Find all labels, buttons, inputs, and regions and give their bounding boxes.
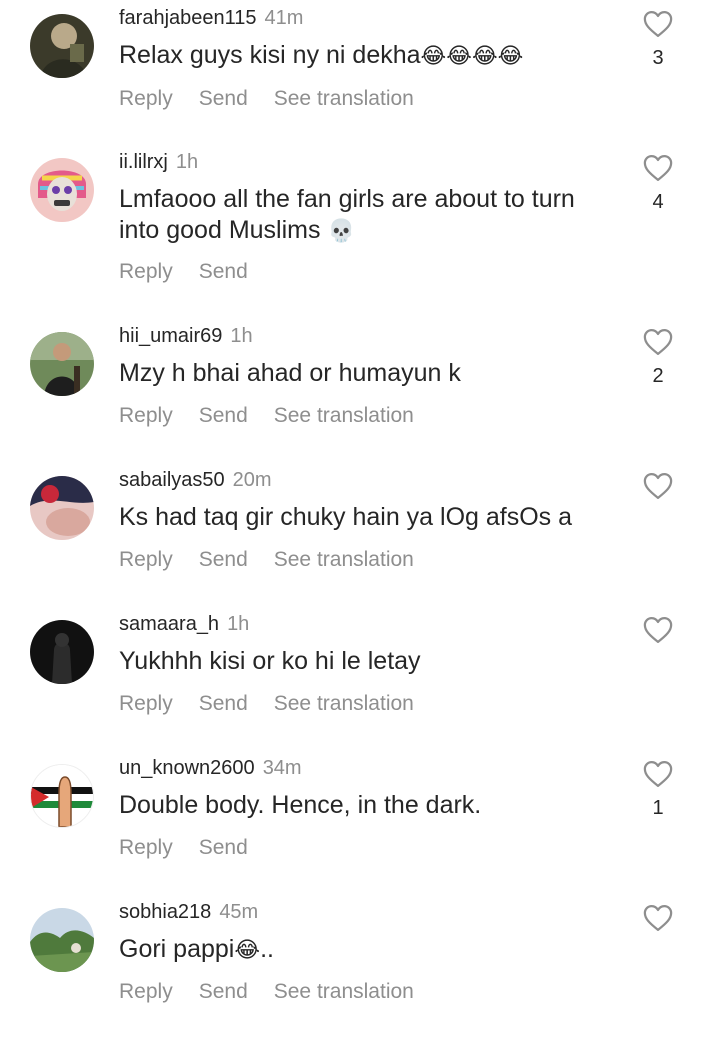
avatar[interactable]: [30, 764, 94, 828]
comment-body-suffix: ..: [260, 935, 274, 963]
heart-outline-icon[interactable]: [643, 472, 673, 500]
like-count: 3: [652, 47, 664, 69]
comment-item: hii_umair69 1h Mzy h bhai ahad or humayun…: [0, 318, 713, 462]
comment-body: Gori pappi: [119, 935, 235, 963]
emoji: 😂: [234, 938, 261, 963]
comment-text: Ks had taq gir chuky hain ya lOg afsOs a: [119, 502, 619, 533]
timestamp: 45m: [219, 901, 259, 923]
comment-body: Ks had taq gir chuky hain ya lOg afsOs a: [119, 503, 573, 531]
comment-meta: samaara_h 1h: [119, 612, 249, 636]
comment-actions: Reply Send: [119, 259, 274, 285]
like-count: 1: [652, 797, 664, 819]
avatar[interactable]: [30, 332, 94, 396]
comment-meta: un_known2600 34m: [119, 756, 302, 780]
like-count: 2: [652, 365, 664, 387]
comment-body: Yukhhh kisi or ko hi le letay: [119, 647, 421, 675]
comment-text: Lmfaooo all the fan girls are about to t…: [119, 184, 619, 247]
timestamp: 20m: [232, 469, 272, 491]
emoji: 💀: [327, 219, 355, 244]
username[interactable]: sabailyas50: [119, 469, 225, 491]
comment-text: Yukhhh kisi or ko hi le letay: [119, 646, 619, 677]
timestamp: 1h: [227, 613, 250, 635]
comment-meta: ii.lilrxj 1h: [119, 150, 198, 174]
comment-body: Mzy h bhai ahad or humayun k: [119, 359, 461, 387]
comment-actions: Reply Send See translation: [119, 979, 440, 1005]
avatar[interactable]: [30, 908, 94, 972]
username[interactable]: samaara_h: [119, 613, 219, 635]
comment-text: Relax guys kisi ny ni dekha😂😂😂😂: [119, 40, 619, 72]
comment-meta: farahjabeen115 41m: [119, 6, 303, 30]
see-translation-button[interactable]: See translation: [274, 980, 414, 1003]
comment-body: Double body. Hence, in the dark.: [119, 791, 482, 819]
comment-item: sobhia218 45m Gori pappi😂.. Reply Send See …: [0, 894, 713, 1038]
avatar[interactable]: [30, 476, 94, 540]
see-translation-button[interactable]: See translation: [274, 87, 414, 110]
comment-text: Gori pappi😂..: [119, 934, 619, 966]
heart-outline-icon[interactable]: [643, 154, 673, 182]
reply-button[interactable]: Reply: [119, 260, 173, 283]
see-translation-button[interactable]: See translation: [274, 404, 414, 427]
username[interactable]: farahjabeen115: [119, 7, 257, 29]
comment-item: farahjabeen115 41m Relax guys kisi ny ni …: [0, 0, 713, 144]
reply-button[interactable]: Reply: [119, 980, 173, 1003]
reply-button[interactable]: Reply: [119, 548, 173, 571]
heart-outline-icon[interactable]: [643, 760, 673, 788]
timestamp: 1h: [175, 151, 199, 173]
heart-outline-icon[interactable]: [643, 616, 673, 644]
comment-item: ii.lilrxj 1h Lmfaooo all the fan girls ar…: [0, 144, 713, 288]
username[interactable]: un_known2600: [119, 757, 255, 779]
send-button[interactable]: Send: [199, 260, 248, 283]
see-translation-button[interactable]: See translation: [274, 692, 414, 715]
timestamp: 34m: [262, 757, 302, 779]
timestamp: 1h: [230, 325, 253, 347]
comment-meta: sobhia218 45m: [119, 900, 258, 924]
emoji: 😂😂😂😂: [420, 44, 524, 69]
see-translation-button[interactable]: See translation: [274, 548, 414, 571]
reply-button[interactable]: Reply: [119, 836, 173, 859]
comment-body: Relax guys kisi ny ni dekha: [119, 41, 421, 69]
heart-outline-icon[interactable]: [643, 328, 673, 356]
send-button[interactable]: Send: [199, 548, 248, 571]
username[interactable]: sobhia218: [119, 901, 211, 923]
reply-button[interactable]: Reply: [119, 87, 173, 110]
send-button[interactable]: Send: [199, 692, 248, 715]
send-button[interactable]: Send: [199, 980, 248, 1003]
comment-meta: hii_umair69 1h: [119, 324, 253, 348]
heart-outline-icon[interactable]: [643, 10, 673, 38]
send-button[interactable]: Send: [199, 836, 248, 859]
comment-actions: Reply Send See translation: [119, 691, 440, 717]
comment-actions: Reply Send See translation: [119, 547, 440, 573]
comment-text: Mzy h bhai ahad or humayun k: [119, 358, 619, 389]
comment-item: un_known2600 34m Double body. Hence, in t…: [0, 750, 713, 894]
comment-meta: sabailyas50 20m: [119, 468, 272, 492]
avatar[interactable]: [30, 14, 94, 78]
avatar[interactable]: [30, 620, 94, 684]
like-count: 4: [652, 191, 664, 213]
comment-text: Double body. Hence, in the dark.: [119, 790, 619, 821]
comment-item: sabailyas50 20m Ks had taq gir chuky hain…: [0, 462, 713, 606]
comment-actions: Reply Send See translation: [119, 403, 440, 429]
reply-button[interactable]: Reply: [119, 692, 173, 715]
comment-actions: Reply Send: [119, 835, 274, 861]
heart-outline-icon[interactable]: [643, 904, 673, 932]
send-button[interactable]: Send: [199, 87, 248, 110]
username[interactable]: hii_umair69: [119, 325, 222, 347]
timestamp: 41m: [264, 7, 304, 29]
reply-button[interactable]: Reply: [119, 404, 173, 427]
send-button[interactable]: Send: [199, 404, 248, 427]
avatar[interactable]: [30, 158, 94, 222]
comment-item: samaara_h 1h Yukhhh kisi or ko hi le leta…: [0, 606, 713, 750]
username[interactable]: ii.lilrxj: [119, 151, 168, 173]
comment-actions: Reply Send See translation: [119, 86, 440, 112]
